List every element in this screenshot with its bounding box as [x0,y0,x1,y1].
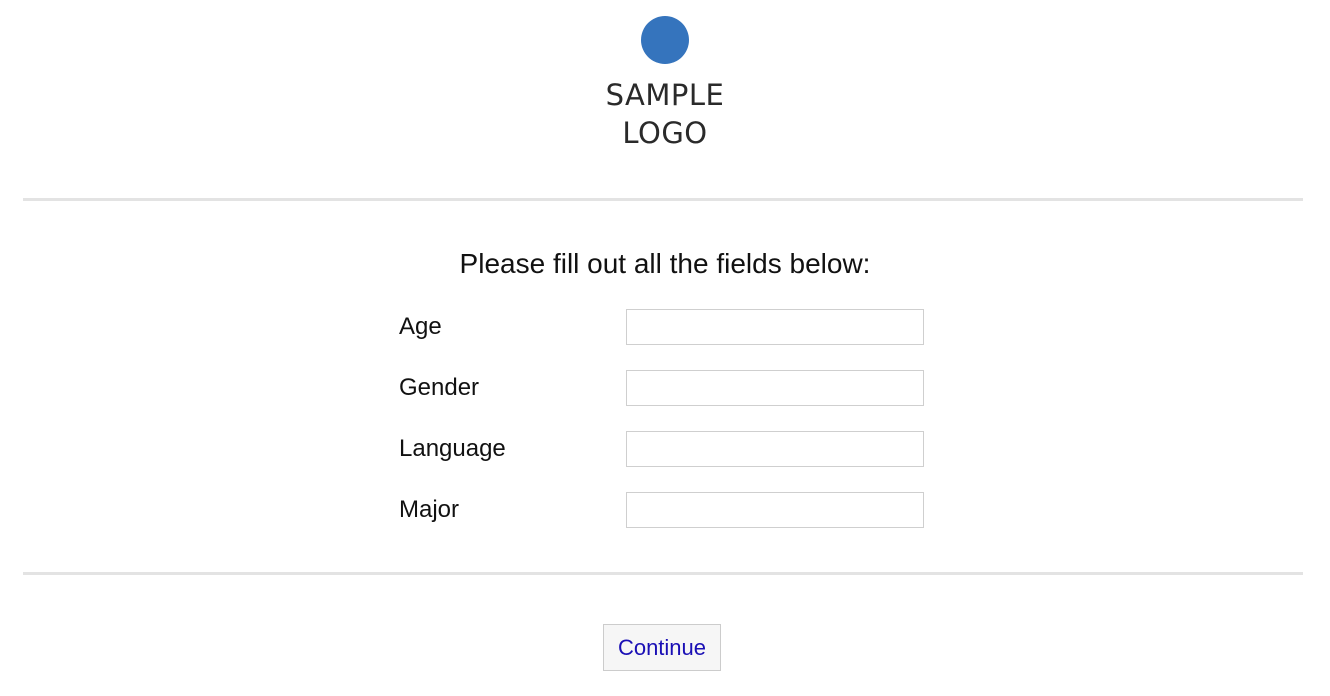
major-row: Major [399,492,929,530]
major-label: Major [399,496,460,523]
language-row: Language [399,431,929,469]
survey-page: SAMPLE LOGO Please fill out all the fiel… [0,0,1330,696]
age-row: Age [399,309,929,347]
form-instructions: Please fill out all the fields below: [459,248,871,279]
gender-input[interactable] [626,370,924,406]
language-label: Language [399,435,506,462]
logo-circle-icon [641,16,689,64]
bottom-divider [23,572,1303,575]
age-input[interactable] [626,309,924,345]
sample-logo: SAMPLE LOGO [0,16,1330,152]
logo-text-line1: SAMPLE [605,78,725,112]
age-label: Age [399,313,442,340]
logo-text-line2: LOGO [622,116,708,150]
logo-text: SAMPLE LOGO [0,76,1330,152]
gender-label: Gender [399,374,480,401]
continue-button[interactable]: Continue [603,624,721,671]
major-input[interactable] [626,492,924,528]
gender-row: Gender [399,370,929,408]
language-input[interactable] [626,431,924,467]
top-divider [23,198,1303,201]
